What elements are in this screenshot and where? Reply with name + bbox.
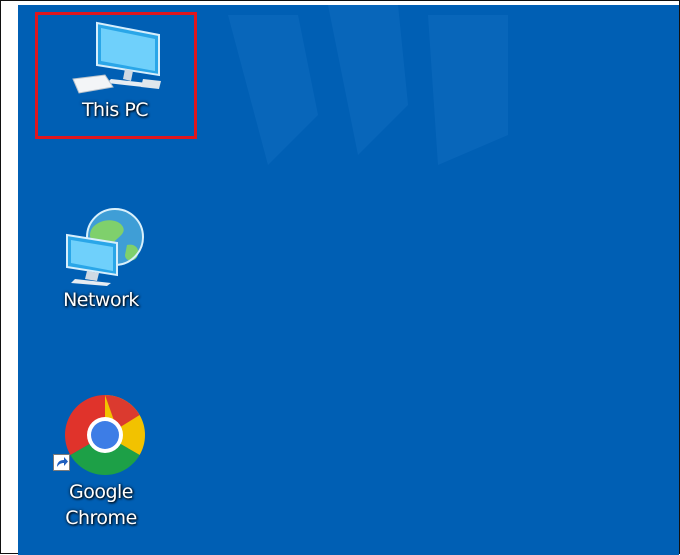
selection-highlight xyxy=(35,12,197,139)
desktop-icon-google-chrome[interactable]: Google Chrome xyxy=(36,391,166,531)
wallpaper-logo xyxy=(228,5,508,165)
network-icon xyxy=(66,208,144,286)
shortcut-arrow-icon xyxy=(53,454,70,471)
desktop-icon-network[interactable]: Network xyxy=(36,205,166,313)
desktop-icon-label-line1: Google xyxy=(68,481,134,503)
desktop[interactable]: This PC Network Google Chrome xyxy=(18,5,679,555)
screenshot-frame: This PC Network Google Chrome xyxy=(0,0,680,555)
desktop-icon-label-line2: Chrome xyxy=(65,507,137,529)
chrome-icon-wrapper xyxy=(53,391,149,479)
desktop-icon-label: Network xyxy=(63,289,139,311)
